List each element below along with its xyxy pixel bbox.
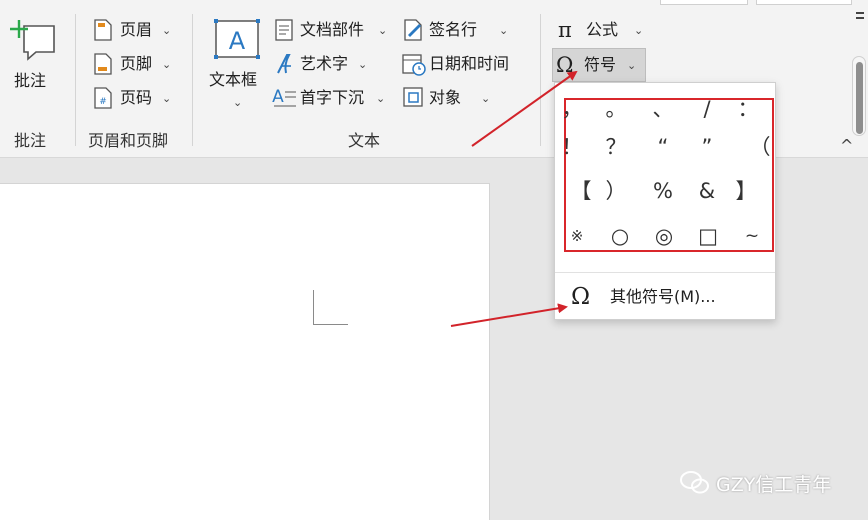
watermark: GZY信工青年 xyxy=(680,470,831,496)
annotation-arrows xyxy=(450,70,578,327)
watermark-text: GZY信工青年 xyxy=(716,473,832,496)
annotation-arrow-symbol xyxy=(471,70,578,147)
annotation-arrow-more-symbols xyxy=(450,303,568,327)
wechat-icon xyxy=(680,471,709,494)
